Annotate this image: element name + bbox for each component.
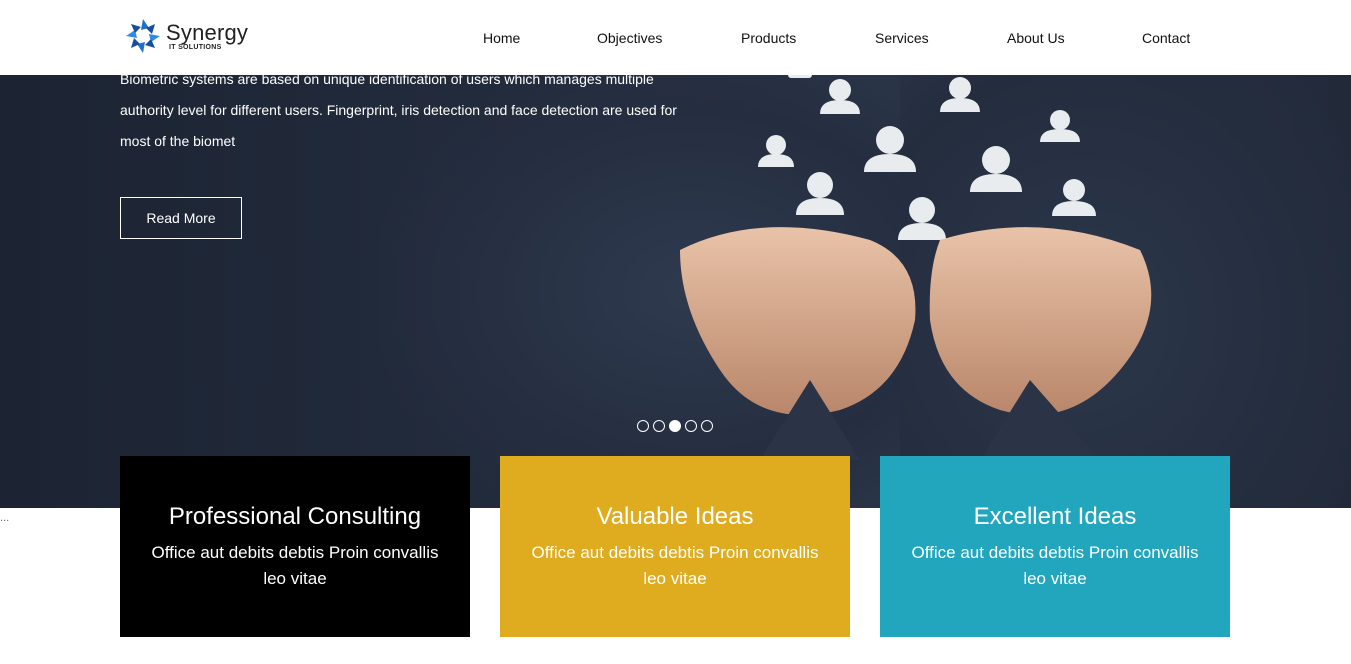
- slider-dot-3[interactable]: [669, 420, 681, 432]
- feature-card-valuable-ideas: Valuable Ideas Office aut debits debtis …: [500, 456, 850, 637]
- hero-slider: Biometric systems are based on unique id…: [0, 0, 1351, 508]
- nav-objectives[interactable]: Objectives: [597, 30, 662, 46]
- slider-dot-2[interactable]: [653, 420, 665, 432]
- card-title: Valuable Ideas: [596, 503, 754, 530]
- nav-about-us[interactable]: About Us: [1007, 30, 1065, 46]
- hero-description: Biometric systems are based on unique id…: [120, 71, 677, 149]
- nav-services[interactable]: Services: [875, 30, 929, 46]
- card-text: Office aut debits debtis Proin convallis…: [151, 543, 439, 588]
- main-navigation: Home Objectives Products Services About …: [0, 30, 1351, 50]
- slider-pagination: [637, 420, 713, 432]
- overflow-ellipsis: ...: [0, 512, 10, 524]
- feature-card-professional-consulting: Professional Consulting Office aut debit…: [120, 456, 470, 637]
- card-title: Professional Consulting: [168, 503, 422, 530]
- site-header: Synergy IT SOLUTIONS Home Objectives Pro…: [0, 0, 1351, 75]
- open-hands-image: [680, 227, 1152, 460]
- read-more-button[interactable]: Read More: [120, 197, 242, 239]
- slider-dot-4[interactable]: [685, 420, 697, 432]
- card-text: Office aut debits debtis Proin convallis…: [911, 543, 1199, 588]
- card-text: Office aut debits debtis Proin convallis…: [531, 543, 819, 588]
- nav-home[interactable]: Home: [483, 30, 520, 46]
- card-title: Excellent Ideas: [973, 503, 1137, 530]
- feature-card-excellent-ideas: Excellent Ideas Office aut debits debtis…: [880, 456, 1230, 637]
- slider-dot-1[interactable]: [637, 420, 649, 432]
- slider-dot-5[interactable]: [701, 420, 713, 432]
- nav-contact[interactable]: Contact: [1142, 30, 1190, 46]
- nav-products[interactable]: Products: [741, 30, 796, 46]
